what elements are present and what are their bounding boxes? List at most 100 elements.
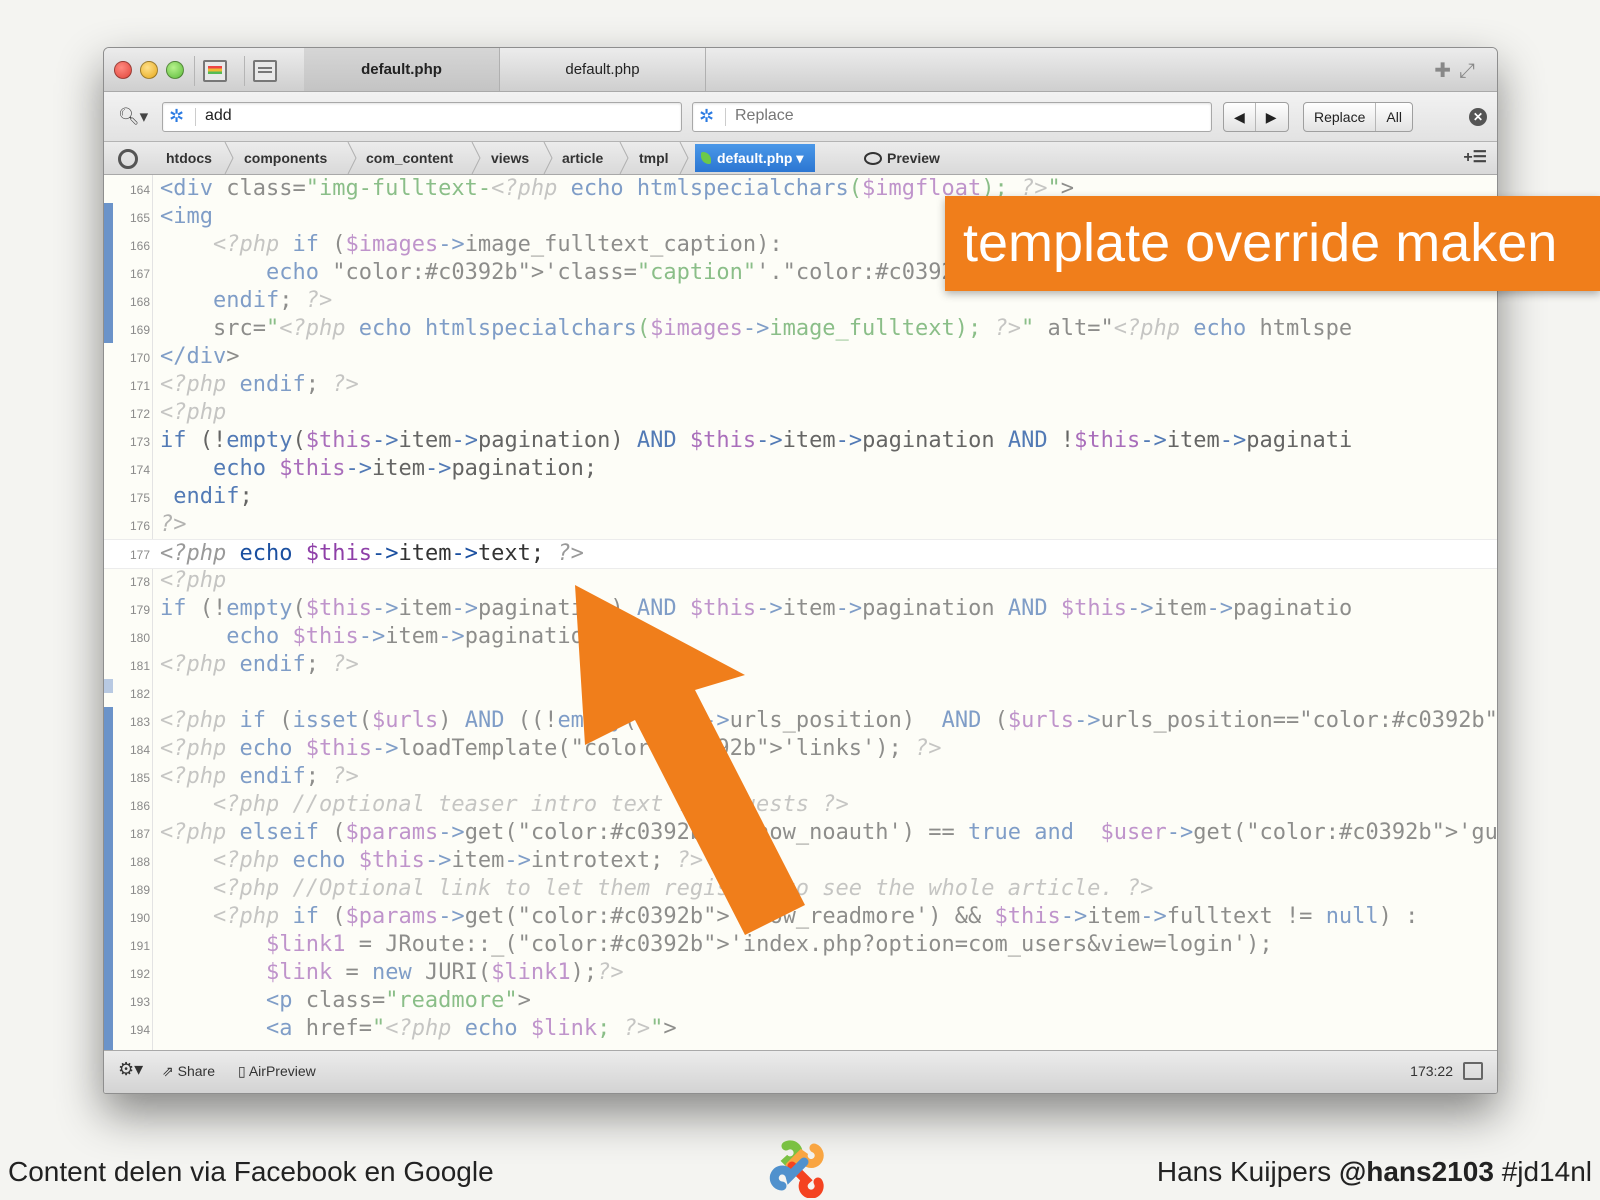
code-text: </div> [160,344,240,369]
find-prev-next: ◀ ▶ [1223,102,1289,132]
tab-label: default.php [565,61,640,78]
replace-button[interactable]: Replace [1304,109,1375,125]
footer-author: Hans Kuijpers @hans2103 #jd14nl [1156,1156,1592,1187]
plus-icon[interactable]: ✚ [1434,60,1459,82]
code-text: ?> [160,512,187,537]
code-line[interactable]: 173 if (!empty($this->item->pagination) A… [104,427,1497,455]
code-line[interactable]: 192 $link = new JURI($link1);?> [104,959,1497,987]
code-line[interactable]: 176 ?> [104,511,1497,539]
new-tab-and-fullscreen[interactable]: ✚⤢ [1434,58,1483,83]
code-line[interactable]: 170 </div> [104,343,1497,371]
code-text: if (!empty($this->item->pagination) AND … [160,428,1353,453]
find-previous-button[interactable]: ◀ [1224,109,1255,126]
replace-field[interactable]: ✲ [692,102,1212,132]
line-number: 188 [129,855,150,869]
crumb-com-content[interactable]: com_content [366,142,453,174]
line-number: 168 [129,295,150,309]
find-replace-bar: 🔍︎▾ ✲ ✲ ◀▶ ReplaceAll ✕ [104,92,1497,142]
zoom-window-button[interactable] [166,61,184,79]
sidebar-icon [203,60,227,82]
code-text: <?php echo $this->item->text; ?> [160,541,584,566]
close-find-bar-icon[interactable]: ✕ [1469,108,1487,126]
gear-icon[interactable]: ⚙▾ [118,1059,143,1080]
line-number: 191 [129,939,150,953]
tab-label: default.php [361,61,442,78]
crumb-htdocs[interactable]: htdocs [166,142,212,174]
code-line[interactable]: 168 endif; ?> [104,287,1497,315]
split-view-button[interactable] [244,56,285,86]
line-number: 174 [129,463,150,477]
search-icon[interactable]: 🔍︎▾ [118,107,148,127]
sidebar-toggle-button[interactable] [194,56,235,86]
find-field[interactable]: ✲ [162,102,682,132]
close-window-button[interactable] [114,61,132,79]
crumb-components[interactable]: components [244,142,327,174]
code-text: <?php [160,400,227,425]
callout-banner: template override maken [945,196,1600,291]
replace-buttons: Replace All [1303,102,1413,132]
code-line[interactable]: 171 <?php endif; ?> [104,371,1497,399]
line-number: 178 [129,575,150,589]
code-text: <?php endif; ?> [160,652,359,677]
line-number: 193 [129,995,150,1009]
replace-input[interactable] [733,106,1152,126]
cursor-position: 173:22 [1410,1063,1453,1079]
crumb-article[interactable]: article [562,142,603,174]
title-bar: default.php default.php ✚⤢ [104,48,1497,92]
add-split-icon[interactable]: +☰ [1463,142,1487,174]
line-number: 166 [129,239,150,253]
line-number: 164 [129,183,150,197]
crumb-views[interactable]: views [491,142,529,174]
find-next-button[interactable]: ▶ [1256,109,1287,126]
line-number: 167 [129,267,150,281]
code-line[interactable]: 175 endif; [104,483,1497,511]
orange-arrow-icon [575,585,805,935]
crumb-active-file[interactable]: default.php ▾ [695,144,816,172]
code-line[interactable]: 174 echo $this->item->pagination; [104,455,1497,483]
code-line[interactable]: 177 <?php echo $this->item->text; ?> [104,539,1497,569]
regex-star-icon[interactable]: ✲ [699,106,714,127]
find-input[interactable] [203,106,622,126]
footer-caption: Content delen via Facebook en Google [8,1156,494,1187]
fullscreen-icon[interactable]: ⤢ [1459,60,1483,82]
preview-button[interactable]: Preview [864,142,940,174]
line-number: 184 [129,743,150,757]
code-text: <?php [160,568,227,593]
settings-icon[interactable] [118,149,138,169]
file-leaf-icon [701,152,711,164]
regex-star-icon[interactable]: ✲ [169,106,184,127]
code-text: $link = new JURI($link1);?> [265,960,624,985]
airpreview-button[interactable]: ▯ AirPreview [238,1063,316,1080]
code-text: <?php if ($images->image_fulltext_captio… [212,232,783,257]
line-number: 177 [129,548,150,562]
tab-default-php-active[interactable]: default.php [304,48,500,91]
split-view-icon [253,60,277,82]
line-number: 170 [129,351,150,365]
line-number: 172 [129,407,150,421]
code-text: <?php endif; ?> [160,764,359,789]
code-line[interactable]: 194 <a href="<?php echo $link; ?>"> [104,1015,1497,1043]
line-number: 187 [129,827,150,841]
code-text: echo $this->item->pagination; [226,624,611,649]
minimize-window-button[interactable] [140,61,158,79]
line-number: 185 [129,771,150,785]
line-number: 194 [129,1023,150,1037]
code-text: endif; [173,484,253,509]
replace-all-button[interactable]: All [1376,109,1412,125]
path-bar: htdocs components com_content views arti… [104,142,1497,175]
line-number: 175 [129,491,150,505]
line-number: 190 [129,911,150,925]
code-text: <?php endif; ?> [160,372,359,397]
code-line[interactable]: 169 src="<?php echo htmlspecialchars($im… [104,315,1497,343]
tab-default-php[interactable]: default.php [500,48,706,91]
status-bar: ⚙▾ ⇗ Share ▯ AirPreview 173:22 [104,1050,1497,1093]
line-number: 180 [129,631,150,645]
code-text: endif; ?> [212,288,333,313]
crumb-tmpl[interactable]: tmpl [639,142,669,174]
sidebar-collapse-icon[interactable] [1463,1062,1483,1080]
code-line[interactable]: 193 <p class="readmore"> [104,987,1497,1015]
line-number: 182 [129,687,150,701]
share-button[interactable]: ⇗ Share [162,1063,215,1080]
line-number: 176 [129,519,150,533]
code-line[interactable]: 172 <?php [104,399,1497,427]
